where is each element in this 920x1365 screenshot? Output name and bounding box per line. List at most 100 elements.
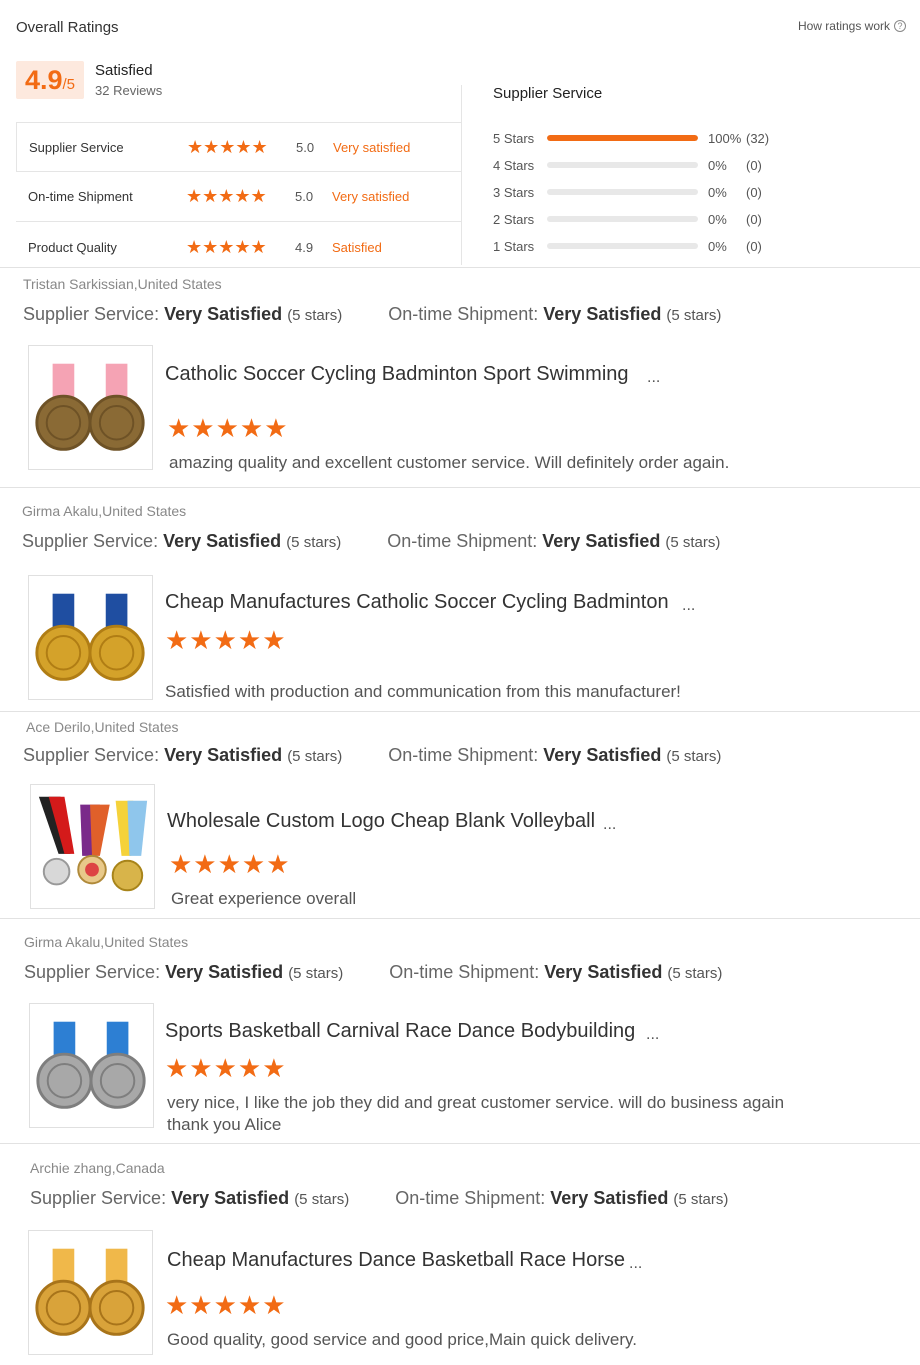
how-ratings-work-link[interactable]: How ratings work ? xyxy=(798,19,906,33)
review-star-rating-icon: ★★★★★ xyxy=(169,849,291,879)
product-title-link[interactable]: Cheap Manufactures Catholic Soccer Cycli… xyxy=(165,591,669,614)
page-title: Overall Ratings xyxy=(16,19,119,36)
review-card: Tristan Sarkissian,United States Supplier… xyxy=(0,267,920,487)
ontime-shipment-stars: (5 stars) xyxy=(666,307,722,324)
distribution-row: 4 Stars 0% (0) xyxy=(493,157,762,173)
supplier-service-value: Very Satisfied xyxy=(163,531,282,551)
ontime-shipment-label: On-time Shipment: xyxy=(395,1188,546,1208)
supplier-service-value: Very Satisfied xyxy=(164,304,283,324)
product-title-link[interactable]: Catholic Soccer Cycling Badminton Sport … xyxy=(165,363,629,386)
review-card: Girma Akalu,United States Supplier Servic… xyxy=(0,487,920,711)
distribution-row: 5 Stars 100% (32) xyxy=(493,130,769,146)
distribution-percent: 0% xyxy=(708,238,727,254)
category-name: Product Quality xyxy=(28,239,117,255)
review-author: Tristan Sarkissian,United States xyxy=(23,276,222,292)
distribution-label: 2 Stars xyxy=(493,211,535,227)
review-count: 32 Reviews xyxy=(95,83,163,98)
supplier-service-stars: (5 stars) xyxy=(288,965,344,982)
product-title-ellipsis: ... xyxy=(629,1255,643,1272)
category-row-product-quality: Product Quality ★★★★★ 4.9 Satisfied xyxy=(16,222,461,272)
piggy-run-gold-medals-icon xyxy=(29,1231,152,1354)
category-name: On-time Shipment xyxy=(28,189,133,204)
category-row-ontime-shipment: On-time Shipment ★★★★★ 5.0 Very satisfie… xyxy=(16,172,461,222)
review-star-rating-icon: ★★★★★ xyxy=(165,1053,287,1083)
distribution-percent: 0% xyxy=(708,184,727,200)
review-comment: Great experience overall xyxy=(171,889,357,908)
product-thumbnail[interactable] xyxy=(28,575,153,700)
review-ratings-line: Supplier Service: Very Satisfied (5 star… xyxy=(24,962,722,983)
review-comment: Good quality, good service and good pric… xyxy=(167,1330,637,1349)
ontime-shipment-label: On-time Shipment: xyxy=(389,962,540,982)
product-title-ellipsis: ... xyxy=(682,597,696,614)
overall-score: 4.9 xyxy=(24,65,63,95)
ontime-shipment-value: Very Satisfied xyxy=(542,531,661,551)
distribution-percent: 0% xyxy=(708,157,727,173)
review-author: Girma Akalu,United States xyxy=(22,503,187,519)
supplier-service-label: Supplier Service: xyxy=(30,1188,167,1208)
product-title-link[interactable]: Cheap Manufactures Dance Basketball Race… xyxy=(167,1249,625,1272)
distribution-count: (32) xyxy=(746,130,770,146)
supplier-service-stars: (5 stars) xyxy=(287,307,343,324)
distribution-count: (0) xyxy=(746,184,762,200)
overall-score-suffix: /5 xyxy=(62,76,76,93)
review-card: Ace Derilo,United States Supplier Service… xyxy=(0,711,920,918)
review-ratings-line: Supplier Service: Very Satisfied (5 star… xyxy=(23,304,721,325)
distribution-row: 1 Stars 0% (0) xyxy=(493,238,762,254)
overall-score-badge: 4.9 /5 xyxy=(16,61,84,99)
ontime-shipment-value: Very Satisfied xyxy=(544,962,663,982)
review-author: Archie zhang,Canada xyxy=(30,1160,165,1176)
distribution-count: (0) xyxy=(746,238,762,254)
distribution-bar xyxy=(547,243,698,249)
divider xyxy=(461,85,462,265)
ontime-shipment-stars: (5 stars) xyxy=(666,748,722,765)
category-desc: Very satisfied xyxy=(333,139,411,155)
supplier-service-value: Very Satisfied xyxy=(171,1188,290,1208)
help-icon: ? xyxy=(894,20,906,32)
ontime-shipment-stars: (5 stars) xyxy=(673,1191,729,1208)
product-thumbnail[interactable] xyxy=(28,345,153,470)
distribution-label: 3 Stars xyxy=(493,184,535,200)
review-author: Girma Akalu,United States xyxy=(24,934,189,950)
blue-ribbon-gold-medals-icon xyxy=(29,576,152,699)
distribution-label: 5 Stars xyxy=(493,130,535,146)
distribution-percent: 0% xyxy=(708,211,727,227)
distribution-title: Supplier Service xyxy=(493,85,603,102)
review-star-rating-icon: ★★★★★ xyxy=(165,625,287,655)
product-title-ellipsis: ... xyxy=(647,369,661,386)
supplier-service-value: Very Satisfied xyxy=(165,962,284,982)
supplier-service-label: Supplier Service: xyxy=(24,962,161,982)
ontime-shipment-stars: (5 stars) xyxy=(667,965,723,982)
category-score: 4.9 xyxy=(295,239,314,255)
ontime-shipment-label: On-time Shipment: xyxy=(387,531,538,551)
category-ratings: Supplier Service ★★★★★ 5.0 Very satisfie… xyxy=(16,122,461,272)
review-card: Archie zhang,Canada Supplier Service: Ver… xyxy=(0,1143,920,1365)
star-rating-icon: ★★★★★ xyxy=(186,236,267,257)
review-star-rating-icon: ★★★★★ xyxy=(165,1290,287,1320)
review-star-rating-icon: ★★★★★ xyxy=(167,413,289,443)
distribution-row: 2 Stars 0% (0) xyxy=(493,211,762,227)
product-thumbnail[interactable] xyxy=(29,1003,154,1128)
review-ratings-line: Supplier Service: Very Satisfied (5 star… xyxy=(30,1188,728,1209)
ontime-shipment-label: On-time Shipment: xyxy=(388,745,539,765)
supplier-service-value: Very Satisfied xyxy=(164,745,283,765)
category-name: Supplier Service xyxy=(29,139,124,155)
product-thumbnail[interactable] xyxy=(30,784,155,909)
how-ratings-work-label: How ratings work xyxy=(797,19,890,33)
pink-ribbon-bronze-medals-icon xyxy=(29,346,152,469)
review-comment: amazing quality and excellent customer s… xyxy=(169,453,730,472)
distribution-count: (0) xyxy=(746,157,762,173)
distribution-count: (0) xyxy=(746,211,762,227)
review-comment: Satisfied with production and communicat… xyxy=(165,682,681,701)
product-title-link[interactable]: Sports Basketball Carnival Race Dance Bo… xyxy=(165,1020,635,1043)
blue-ribbon-silver-medals-icon xyxy=(30,1004,153,1127)
supplier-service-stars: (5 stars) xyxy=(287,748,343,765)
distribution-percent: 100% xyxy=(708,130,742,146)
supplier-service-label: Supplier Service: xyxy=(23,304,160,324)
star-rating-icon: ★★★★★ xyxy=(187,136,268,157)
product-thumbnail[interactable] xyxy=(28,1230,153,1355)
distribution-bar xyxy=(547,162,698,168)
product-title-link[interactable]: Wholesale Custom Logo Cheap Blank Volley… xyxy=(167,810,595,833)
ontime-shipment-stars: (5 stars) xyxy=(665,534,721,551)
distribution-bar xyxy=(547,216,698,222)
product-title-ellipsis: ... xyxy=(646,1026,660,1043)
